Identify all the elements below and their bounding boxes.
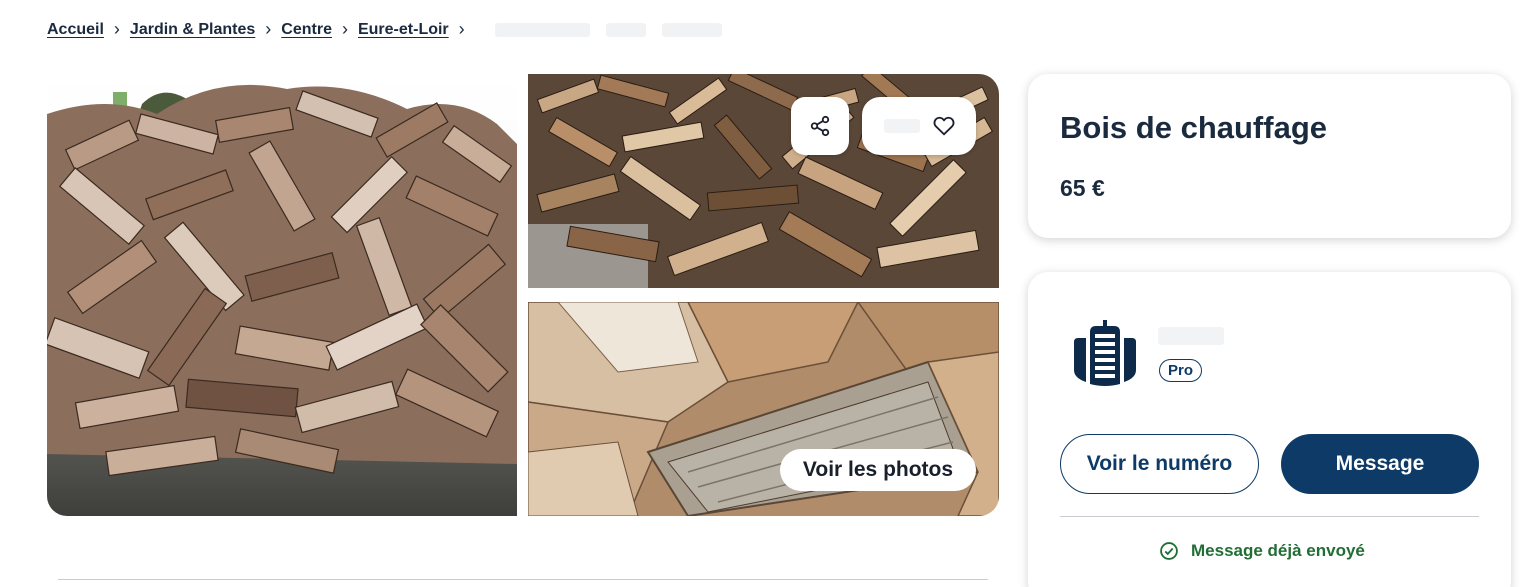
breadcrumb-department[interactable]: Eure-et-Loir xyxy=(358,21,449,39)
breadcrumb-placeholder xyxy=(661,22,722,37)
share-button[interactable] xyxy=(791,97,849,155)
pro-badge: Pro xyxy=(1159,359,1203,382)
ad-title: Bois de chauffage xyxy=(1060,110,1327,145)
chevron-right-icon: › xyxy=(113,19,120,39)
check-circle-icon xyxy=(1160,542,1178,560)
heart-icon xyxy=(933,116,955,136)
section-divider xyxy=(58,579,988,580)
chevron-right-icon: › xyxy=(458,19,465,39)
seller-avatar[interactable] xyxy=(1070,320,1140,390)
message-sent-status: Message déjà envoyé xyxy=(1159,541,1365,561)
show-number-button[interactable]: Voir le numéro xyxy=(1060,434,1259,494)
message-button[interactable]: Message xyxy=(1281,434,1479,494)
breadcrumb: Accueil › Jardin & Plantes › Centre › Eu… xyxy=(47,19,722,40)
divider xyxy=(1060,516,1479,517)
seller-name-placeholder[interactable] xyxy=(1158,327,1224,345)
ad-price: 65 € xyxy=(1060,175,1105,201)
favorite-button[interactable] xyxy=(862,97,976,155)
chevron-right-icon: › xyxy=(341,19,348,39)
breadcrumb-region[interactable]: Centre xyxy=(281,21,332,39)
chevron-right-icon: › xyxy=(265,19,272,39)
seller-card: Pro Voir le numéro Message Message déjà … xyxy=(1028,272,1511,587)
share-icon xyxy=(810,115,830,137)
main-photo[interactable] xyxy=(47,74,517,516)
breadcrumb-city-placeholder xyxy=(494,22,590,37)
ad-summary-card: Bois de chauffage 65 € xyxy=(1028,74,1511,238)
building-icon xyxy=(1074,320,1136,386)
see-photos-button[interactable]: Voir les photos xyxy=(780,449,976,491)
favorite-count-placeholder xyxy=(884,119,920,133)
breadcrumb-category[interactable]: Jardin & Plantes xyxy=(130,21,255,39)
breadcrumb-home[interactable]: Accueil xyxy=(47,21,104,39)
breadcrumb-placeholder xyxy=(605,22,646,37)
message-sent-label: Message déjà envoyé xyxy=(1191,541,1365,560)
